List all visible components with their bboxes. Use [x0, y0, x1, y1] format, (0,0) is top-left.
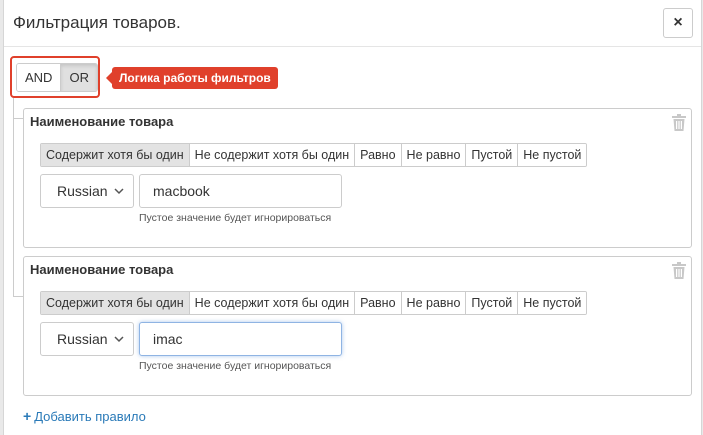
logic-highlight: AND OR: [10, 56, 100, 98]
operator-empty[interactable]: Пустой: [465, 144, 518, 166]
operator-not-equals[interactable]: Не равно: [400, 144, 466, 166]
operator-equals[interactable]: Равно: [354, 292, 401, 314]
operator-contains-any[interactable]: Содержит хотя бы один: [41, 144, 189, 166]
operator-group: Содержит хотя бы один Не содержит хотя б…: [40, 291, 588, 315]
logic-and-button[interactable]: AND: [17, 64, 61, 91]
logic-toggle-group: AND OR: [16, 63, 98, 92]
trash-icon[interactable]: [672, 114, 686, 131]
modal-header: Фильтрация товаров. ×: [4, 0, 701, 47]
operator-group: Содержит хотя бы один Не содержит хотя б…: [40, 143, 588, 167]
chevron-down-icon: [114, 188, 124, 195]
close-button[interactable]: ×: [663, 8, 693, 38]
modal-title: Фильтрация товаров.: [13, 13, 181, 32]
operator-not-empty[interactable]: Не пустой: [517, 144, 587, 166]
operator-not-equals[interactable]: Не равно: [400, 292, 466, 314]
operator-contains-any[interactable]: Содержит хотя бы один: [41, 292, 189, 314]
filter-modal: Фильтрация товаров. × AND OR Логика рабо…: [3, 0, 702, 435]
rule-title: Наименование товара: [30, 262, 174, 277]
operator-not-contains-any[interactable]: Не содержит хотя бы один: [188, 292, 355, 314]
help-text: Пустое значение будет игнорироваться: [139, 360, 332, 372]
trash-icon[interactable]: [672, 262, 686, 279]
help-text: Пустое значение будет игнорироваться: [139, 212, 332, 224]
value-input[interactable]: [139, 322, 342, 356]
close-icon: ×: [673, 14, 683, 31]
operator-equals[interactable]: Равно: [354, 144, 401, 166]
language-select-value: Russian: [57, 183, 108, 199]
tree-line: [13, 118, 23, 119]
value-input[interactable]: [139, 174, 342, 208]
plus-icon: +: [23, 408, 32, 424]
logic-or-button[interactable]: OR: [60, 64, 97, 91]
filter-rule: Наименование товара Содержит хотя бы оди…: [23, 256, 692, 396]
language-select-value: Russian: [57, 331, 108, 347]
operator-not-empty[interactable]: Не пустой: [517, 292, 587, 314]
filter-rule: Наименование товара Содержит хотя бы оди…: [23, 108, 692, 248]
operator-empty[interactable]: Пустой: [465, 292, 518, 314]
logic-tooltip: Логика работы фильтров: [106, 67, 278, 89]
add-rule-link[interactable]: + Добавить правило: [23, 408, 146, 424]
tree-line: [13, 98, 14, 296]
rule-title: Наименование товара: [30, 114, 174, 129]
tree-line: [13, 296, 23, 297]
chevron-down-icon: [114, 336, 124, 343]
operator-not-contains-any[interactable]: Не содержит хотя бы один: [188, 144, 355, 166]
language-select[interactable]: Russian: [40, 322, 134, 356]
add-rule-label: Добавить правило: [34, 408, 146, 424]
language-select[interactable]: Russian: [40, 174, 134, 208]
